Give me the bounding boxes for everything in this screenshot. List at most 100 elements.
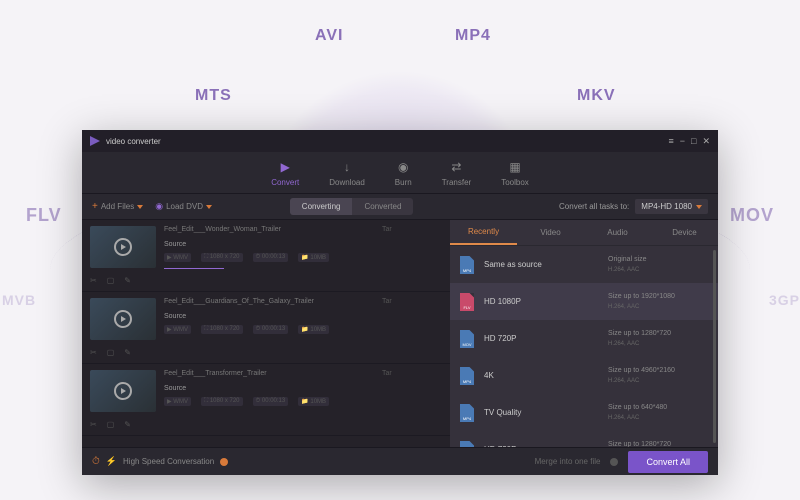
preset-row[interactable]: MOV HD 720P Size up to 1280*720H.264, AAC [450, 320, 718, 357]
effect-icon[interactable]: ✎ [124, 276, 131, 285]
file-item[interactable]: ✂▢✎Feel_Edit___Guardians_Of_The_Galaxy_T… [82, 292, 450, 364]
source-label: Source [164, 313, 374, 320]
preset-tab-device[interactable]: Device [651, 220, 718, 245]
target-label: Tar [382, 226, 442, 285]
video-thumbnail[interactable] [90, 226, 156, 268]
toolbox-icon: ▦ [507, 159, 523, 175]
preset-row[interactable]: FLV HD 1080P Size up to 1920*1080H.264, AA… [450, 283, 718, 320]
file-format-icon: FLV [460, 293, 474, 311]
preset-row[interactable]: MOVHD 720PSize up to 1280*720H.264, AAC [450, 431, 718, 447]
main-tab-burn[interactable]: ◉ Burn [395, 159, 412, 187]
format-badge: ▶ WMV [164, 253, 191, 262]
app-title: video converter [106, 137, 161, 146]
file-format-icon: MOV [460, 441, 474, 448]
bg-format-mts: MTS [195, 87, 232, 105]
app-logo-icon [90, 136, 100, 146]
preset-row[interactable]: MP44KSize up to 4960*2160H.264, AAC [450, 357, 718, 394]
load-dvd-button[interactable]: ◉Load DVD [155, 201, 212, 212]
tab-converting[interactable]: Converting [290, 198, 353, 215]
bolt-icon: ⚡ [106, 456, 117, 467]
tab-converted[interactable]: Converted [352, 198, 413, 215]
toolbar: +Add Files ◉Load DVD Converting Converte… [82, 194, 718, 220]
main-tab-transfer[interactable]: ⇄ Transfer [442, 159, 472, 187]
preset-desc: Size up to 4960*2160H.264, AAC [608, 366, 708, 386]
titlebar: video converter ≡ − □ ✕ [82, 130, 718, 152]
preset-desc: Size up to 1280*720H.264, AAC [608, 329, 708, 349]
play-icon [114, 238, 132, 256]
file-item[interactable]: ✂▢✎Feel_Edit___Wonder_Woman_TrailerSourc… [82, 220, 450, 292]
main-tab-download[interactable]: ↓ Download [329, 159, 365, 187]
file-name: Feel_Edit___Transformer_Trailer [164, 370, 374, 377]
file-item[interactable]: ✂▢✎Feel_Edit___Transformer_TrailerSource… [82, 364, 450, 436]
main-tab-label: Transfer [442, 178, 472, 187]
app-window: video converter ≡ − □ ✕ ▶Convert ↓ Downloa… [82, 130, 718, 475]
main-tab-toolbox[interactable]: ▦Toolbox [501, 159, 529, 187]
maximize-icon[interactable]: □ [691, 136, 696, 147]
video-thumbnail[interactable] [90, 298, 156, 340]
preset-tab-recently[interactable]: Recently [450, 220, 517, 245]
cut-icon[interactable]: ✂ [90, 420, 97, 429]
resolution-badge: ⛶ 1080 x 720 [201, 253, 243, 262]
main-tab-label: Burn [395, 178, 412, 187]
preset-name: TV Quality [484, 408, 598, 417]
preset-name: HD 1080P [484, 297, 598, 306]
target-format-select[interactable]: MP4-HD 1080 [635, 199, 708, 214]
chevron-down-icon [696, 205, 702, 209]
play-icon [114, 382, 132, 400]
scrollbar[interactable] [713, 250, 716, 443]
size-badge: 📁 10MB [298, 253, 329, 262]
download-icon: ↓ [339, 159, 355, 175]
cut-icon[interactable]: ✂ [90, 276, 97, 285]
preset-tab-video[interactable]: Video [517, 220, 584, 245]
crop-icon[interactable]: ▢ [107, 348, 115, 357]
convert-icon: ▶ [277, 159, 293, 175]
preset-desc: Size up to 1920*1080H.264, AAC [608, 292, 708, 312]
merge-toggle[interactable] [610, 458, 618, 466]
file-format-icon: MP4 [460, 367, 474, 385]
main-tab-label: Download [329, 178, 365, 187]
file-list: ✂▢✎Feel_Edit___Wonder_Woman_TrailerSourc… [82, 220, 450, 447]
bg-format-mp4: MP4 [455, 27, 491, 45]
preset-list: MP4Same as sourceOriginal sizeH.264, AAC… [450, 246, 718, 447]
preset-name: HD 720P [484, 445, 598, 447]
file-format-icon: MOV [460, 330, 474, 348]
preset-tab-audio[interactable]: Audio [584, 220, 651, 245]
preset-row[interactable]: MP4TV QualitySize up to 640*480H.264, AA… [450, 394, 718, 431]
duration-badge: ⏱ 00:00:13 [253, 325, 289, 334]
preset-name: HD 720P [484, 334, 598, 343]
merge-label: Merge into one file [535, 457, 601, 466]
bg-format-avi: AVI [315, 27, 343, 45]
crop-icon[interactable]: ▢ [107, 276, 115, 285]
add-files-button[interactable]: +Add Files [92, 201, 143, 212]
plus-icon: + [92, 201, 98, 212]
preset-row[interactable]: MP4Same as sourceOriginal sizeH.264, AAC [450, 246, 718, 283]
high-speed-toggle[interactable] [220, 458, 228, 466]
target-label: Tar [382, 298, 442, 357]
preset-tabs: RecentlyVideoAudioDevice [450, 220, 718, 246]
convert-all-button[interactable]: Convert All [628, 451, 708, 473]
main-tab-convert[interactable]: ▶Convert [271, 159, 299, 187]
burn-icon: ◉ [395, 159, 411, 175]
bg-format-mov: MOV [730, 205, 774, 226]
convert-all-label: Convert all tasks to: [559, 202, 629, 211]
resolution-badge: ⛶ 1080 x 720 [201, 397, 243, 406]
source-label: Source [164, 241, 374, 248]
preset-panel: RecentlyVideoAudioDevice MP4 Same as sour… [450, 220, 718, 447]
cut-icon[interactable]: ✂ [90, 348, 97, 357]
footer: ⏱ ⚡ High Speed Conversation Merge into o… [82, 447, 718, 475]
minimize-icon[interactable]: − [680, 136, 685, 147]
crop-icon[interactable]: ▢ [107, 420, 115, 429]
transfer-icon: ⇄ [448, 159, 464, 175]
chevron-down-icon [137, 205, 143, 209]
file-format-icon: MP4 [460, 256, 474, 274]
effect-icon[interactable]: ✎ [124, 420, 131, 429]
resolution-badge: ⛶ 1080 x 720 [201, 325, 243, 334]
effect-icon[interactable]: ✎ [124, 348, 131, 357]
disc-icon: ◉ [155, 201, 163, 212]
preset-name: Same as source [484, 260, 598, 269]
close-icon[interactable]: ✕ [702, 136, 710, 147]
target-label: Tar [382, 370, 442, 429]
video-thumbnail[interactable] [90, 370, 156, 412]
menu-icon[interactable]: ≡ [668, 136, 673, 147]
clock-icon[interactable]: ⏱ [92, 456, 100, 467]
